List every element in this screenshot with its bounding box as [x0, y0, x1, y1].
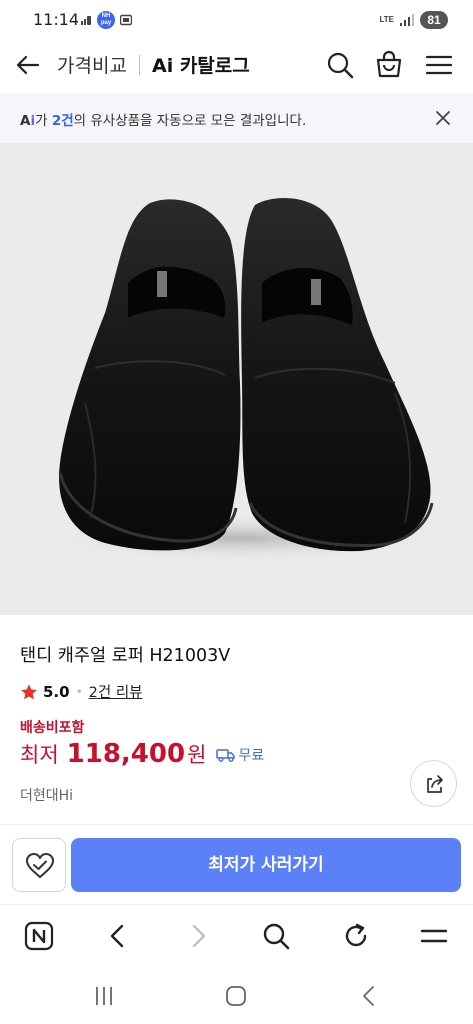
ai-logo-mark: Ai	[20, 113, 36, 129]
seller-name[interactable]: 더현대Hi	[20, 785, 73, 805]
star-icon	[21, 683, 37, 699]
share-button[interactable]	[410, 760, 457, 807]
forward-icon[interactable]	[183, 921, 213, 951]
browser-toolbar	[0, 904, 473, 966]
status-time: 11:14	[33, 10, 80, 29]
status-bar: 11:14 NH pay LTE 81	[0, 0, 473, 40]
gallery-icon	[120, 14, 132, 26]
search-icon[interactable]	[261, 921, 291, 951]
home-icon[interactable]	[224, 984, 248, 1008]
notice-suffix: 의 유사상품을 자동으로 모은 결과입니다.	[73, 113, 307, 129]
notice-prefix: 가	[35, 113, 48, 129]
notice-text: Ai가 2건의 유사상품을 자동으로 모은 결과입니다.	[20, 109, 306, 129]
menu-icon[interactable]	[419, 921, 449, 951]
rating-value: 5.0	[43, 682, 70, 701]
menu-icon[interactable]	[424, 50, 454, 80]
signal-strength-icon	[400, 14, 414, 26]
truck-icon	[216, 749, 236, 762]
header-divider	[139, 55, 140, 75]
header-sub-title[interactable]: 가격비교	[57, 51, 127, 78]
free-shipping-text: 무료	[238, 748, 265, 764]
buy-lowest-price-button[interactable]: 최저가 사러가기	[71, 838, 461, 892]
naver-pay-icon: NH pay	[97, 11, 115, 29]
battery-indicator: 81	[420, 11, 448, 29]
shipping-included-label: 배송비포함	[20, 720, 85, 736]
page-title: Ai 카탈로그	[152, 55, 250, 77]
close-icon[interactable]	[433, 108, 453, 128]
notice-count: 2건	[51, 113, 74, 129]
purchase-action-bar: 최저가 사러가기	[0, 824, 473, 904]
rating-row: 5.0 • 2건 리뷰	[20, 681, 143, 702]
price-row: 최저 118,400 원 무료	[20, 739, 264, 769]
separator-dot: •	[75, 684, 83, 699]
ai-notice-banner: Ai가 2건의 유사상품을 자동으로 모은 결과입니다.	[0, 93, 473, 143]
system-navigation-bar	[0, 966, 473, 1024]
network-type: LTE	[379, 15, 394, 24]
naver-home-icon[interactable]	[24, 921, 54, 951]
heart-check-icon	[26, 853, 54, 878]
shopping-bag-icon[interactable]	[374, 50, 404, 80]
price-label: 최저	[20, 743, 59, 767]
free-shipping-badge: 무료	[216, 745, 264, 765]
product-name: 탠디 캐주얼 로퍼 H21003V	[20, 646, 231, 666]
search-icon[interactable]	[325, 50, 355, 80]
back-arrow-icon[interactable]	[14, 51, 42, 79]
share-icon	[427, 775, 443, 793]
price-unit: 원	[187, 743, 207, 767]
review-link[interactable]: 2건 리뷰	[89, 681, 143, 702]
status-notification-icons: NH pay	[80, 11, 132, 29]
price-value: 118,400	[66, 739, 186, 769]
signal-alt-icon	[81, 16, 91, 25]
app-header: 가격비교 Ai 카탈로그	[0, 40, 473, 90]
wishlist-button[interactable]	[12, 838, 66, 892]
refresh-icon[interactable]	[341, 921, 371, 951]
recent-apps-icon[interactable]	[92, 984, 116, 1008]
status-right: LTE 81	[379, 11, 448, 29]
back-nav-icon[interactable]	[357, 984, 381, 1008]
shoe-illustration	[30, 198, 450, 563]
product-image	[0, 143, 473, 615]
back-icon[interactable]	[103, 921, 133, 951]
